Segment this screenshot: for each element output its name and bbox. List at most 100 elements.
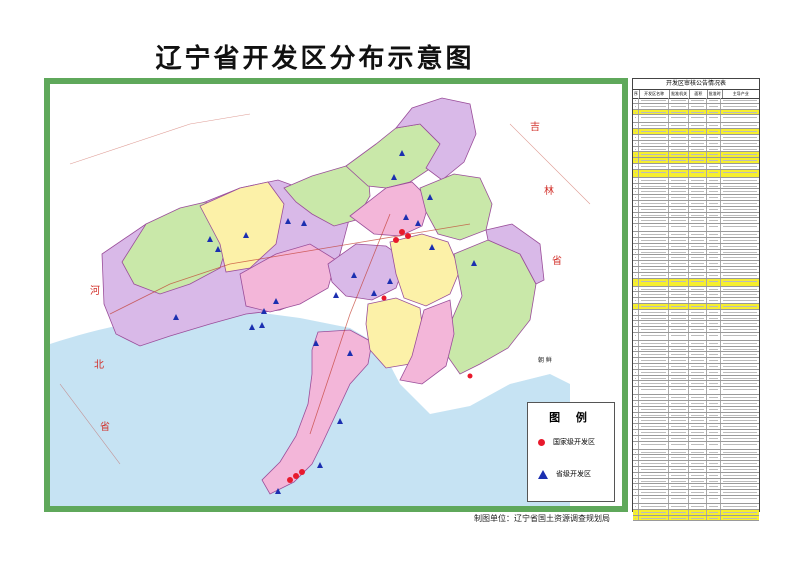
table-cell <box>707 375 721 381</box>
table-cell <box>669 152 689 158</box>
table-cell <box>669 189 689 195</box>
table-cell <box>707 424 721 430</box>
table-cell <box>639 286 669 292</box>
table-cell <box>639 109 669 115</box>
table-cell <box>639 206 669 212</box>
table-cell <box>669 478 689 484</box>
table-cell <box>721 261 759 266</box>
label-hebei-3: 省 <box>100 420 110 433</box>
table-cell <box>639 496 669 504</box>
table-cell <box>639 224 669 232</box>
table-cell <box>721 401 759 406</box>
table-cell <box>721 292 759 297</box>
table-cell <box>707 266 721 272</box>
table-cell <box>669 412 689 418</box>
table-cell <box>689 158 707 163</box>
provincial-marker-icon <box>538 469 548 479</box>
table-cell <box>639 140 669 146</box>
table-cell <box>707 449 721 455</box>
table-cell <box>707 103 721 109</box>
table-cell <box>669 298 689 303</box>
table-cell <box>639 123 669 129</box>
table-cell <box>721 158 759 163</box>
table-cell <box>721 184 759 189</box>
table-cell <box>689 272 707 278</box>
table-cell <box>669 183 689 189</box>
table-cell <box>669 449 689 455</box>
table-body <box>633 98 759 522</box>
table-cell <box>707 243 721 249</box>
table-cell <box>669 358 689 364</box>
legend-provincial: 省级开发区 <box>538 469 591 479</box>
table-cell <box>689 332 707 340</box>
table-cell <box>689 412 707 418</box>
table-cell <box>721 218 759 223</box>
table-cell <box>639 484 669 490</box>
table-cell <box>689 478 707 484</box>
table-cell <box>721 207 759 212</box>
table-cell <box>707 387 721 395</box>
table-cell <box>669 430 689 435</box>
table-cell <box>639 255 669 261</box>
table-cell <box>707 177 721 183</box>
table-cell <box>721 213 759 218</box>
table-cell <box>721 418 759 423</box>
table-cell <box>639 364 669 369</box>
table-cell <box>639 441 669 449</box>
table-cell <box>707 189 721 195</box>
table-cell <box>639 243 669 249</box>
table-cell <box>639 237 669 243</box>
table-cell <box>707 315 721 321</box>
table-cell <box>639 200 669 206</box>
table-cell <box>689 146 707 152</box>
table-cell <box>707 484 721 490</box>
table-cell <box>689 266 707 272</box>
table-cell <box>689 364 707 369</box>
table-cell <box>707 358 721 364</box>
table-cell <box>721 490 759 495</box>
table-cell <box>721 479 759 484</box>
table-cell <box>707 478 721 484</box>
table-cell <box>669 406 689 412</box>
table-cell <box>639 315 669 321</box>
label-korea: 朝 鲜 <box>538 356 552 364</box>
table-cell <box>639 406 669 412</box>
table-cell <box>689 163 707 169</box>
table-cell <box>689 98 707 103</box>
table-cell <box>669 484 689 490</box>
table-cell <box>689 401 707 406</box>
table-cell <box>707 169 721 177</box>
table-cell <box>689 395 707 401</box>
table-cell <box>669 401 689 406</box>
table-cell <box>707 109 721 115</box>
table-cell <box>669 224 689 232</box>
table-cell <box>669 321 689 327</box>
table-cell <box>707 129 721 134</box>
table-cell <box>639 152 669 158</box>
table-cell <box>707 261 721 266</box>
table-cell <box>689 303 707 309</box>
table-cell <box>639 418 669 424</box>
table-cell <box>721 110 759 115</box>
table-cell <box>689 129 707 134</box>
table-cell <box>707 163 721 169</box>
table-cell <box>707 309 721 315</box>
table-cell <box>669 123 689 129</box>
table-cell <box>689 424 707 430</box>
table-cell <box>721 189 759 194</box>
table-cell <box>689 140 707 146</box>
table-cell <box>669 255 689 261</box>
table-cell <box>707 218 721 224</box>
table-cell <box>689 321 707 327</box>
table-cell <box>721 279 759 286</box>
table-cell <box>669 418 689 424</box>
table-cell <box>689 430 707 435</box>
table-cell <box>721 333 759 340</box>
table-cell <box>639 381 669 387</box>
table-cell <box>707 292 721 298</box>
table-cell <box>689 435 707 441</box>
table-cell <box>639 472 669 478</box>
table-cell <box>689 249 707 255</box>
table-cell <box>689 504 707 509</box>
table-cell <box>639 395 669 401</box>
